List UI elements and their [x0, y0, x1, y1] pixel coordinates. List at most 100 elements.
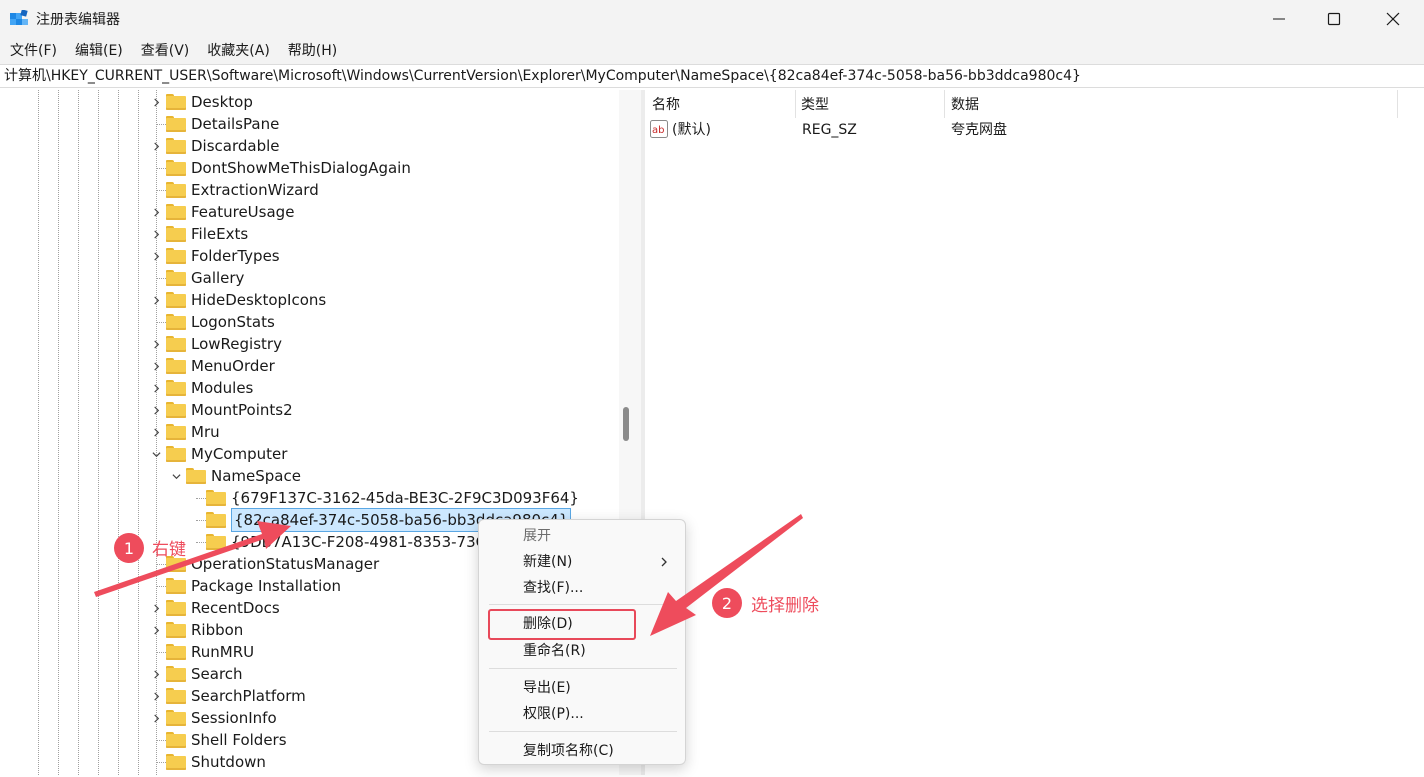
- tree-connector-line: [156, 190, 166, 191]
- column-separator[interactable]: [795, 90, 796, 118]
- tree-item-label[interactable]: DetailsPane: [191, 113, 279, 135]
- tree-item-label[interactable]: Search: [191, 663, 243, 685]
- chevron-right-icon[interactable]: [150, 140, 162, 152]
- maximize-button[interactable]: [1307, 0, 1361, 38]
- chevron-right-icon[interactable]: [150, 294, 162, 306]
- column-header-name[interactable]: 名称: [652, 94, 680, 116]
- menu-item-export[interactable]: 导出(E): [523, 678, 571, 698]
- folder-icon: [166, 710, 186, 726]
- tree-item-label[interactable]: Package Installation: [191, 575, 341, 597]
- chevron-right-icon[interactable]: [150, 382, 162, 394]
- tree-item[interactable]: Desktop: [2, 91, 619, 113]
- tree-item-label[interactable]: MyComputer: [191, 443, 287, 465]
- menu-item-find[interactable]: 查找(F)...: [523, 578, 583, 598]
- menu-item-permissions[interactable]: 权限(P)...: [523, 704, 584, 724]
- chevron-down-icon[interactable]: [150, 448, 162, 460]
- tree-item[interactable]: FeatureUsage: [2, 201, 619, 223]
- tree-item-label[interactable]: Ribbon: [191, 619, 243, 641]
- tree-item[interactable]: FileExts: [2, 223, 619, 245]
- tree-item[interactable]: MyComputer: [2, 443, 619, 465]
- tree-item-label[interactable]: MountPoints2: [191, 399, 293, 421]
- tree-connector-line: [156, 278, 166, 279]
- folder-icon: [206, 534, 226, 550]
- tree-item-label[interactable]: OperationStatusManager: [191, 553, 379, 575]
- chevron-right-icon[interactable]: [150, 250, 162, 262]
- column-separator[interactable]: [1397, 90, 1398, 118]
- chevron-right-icon[interactable]: [150, 624, 162, 636]
- tree-item[interactable]: {679F137C-3162-45da-BE3C-2F9C3D093F64}: [2, 487, 619, 509]
- tree-item[interactable]: NameSpace: [2, 465, 619, 487]
- tree-item[interactable]: LowRegistry: [2, 333, 619, 355]
- menu-item-copy-key-name[interactable]: 复制项名称(C): [523, 741, 614, 761]
- tree-item-label[interactable]: SearchPlatform: [191, 685, 306, 707]
- tree-item[interactable]: DetailsPane: [2, 113, 619, 135]
- tree-item-label[interactable]: DontShowMeThisDialogAgain: [191, 157, 411, 179]
- tree-scrollbar-thumb[interactable]: [623, 407, 629, 441]
- tree-item-label[interactable]: LowRegistry: [191, 333, 282, 355]
- chevron-right-icon[interactable]: [150, 712, 162, 724]
- chevron-right-icon[interactable]: [150, 668, 162, 680]
- tree-item-label[interactable]: LogonStats: [191, 311, 275, 333]
- tree-item[interactable]: Discardable: [2, 135, 619, 157]
- menu-favorites[interactable]: 收藏夹(A): [201, 39, 276, 63]
- tree-item-label[interactable]: Shell Folders: [191, 729, 287, 751]
- chevron-right-icon[interactable]: [150, 338, 162, 350]
- tree-item-label[interactable]: SessionInfo: [191, 707, 277, 729]
- tree-item-label[interactable]: Shutdown: [191, 751, 266, 773]
- close-button[interactable]: [1366, 0, 1420, 38]
- chevron-down-icon[interactable]: [170, 470, 182, 482]
- submenu-chevron-icon: [661, 557, 667, 567]
- tree-item-label[interactable]: Discardable: [191, 135, 280, 157]
- address-bar[interactable]: 计算机\HKEY_CURRENT_USER\Software\Microsoft…: [0, 64, 1424, 88]
- chevron-right-icon[interactable]: [150, 426, 162, 438]
- tree-item[interactable]: Gallery: [2, 267, 619, 289]
- tree-item-label[interactable]: HideDesktopIcons: [191, 289, 326, 311]
- tree-item-label[interactable]: RunMRU: [191, 641, 254, 663]
- value-name[interactable]: (默认): [672, 120, 711, 140]
- folder-icon: [166, 754, 186, 770]
- column-header-data[interactable]: 数据: [951, 94, 979, 116]
- tree-item-label[interactable]: FeatureUsage: [191, 201, 294, 223]
- tree-item-label[interactable]: Mru: [191, 421, 220, 443]
- values-pane[interactable]: 名称 类型 数据 ab (默认) REG_SZ 夸克网盘: [645, 90, 1424, 775]
- tree-item-label[interactable]: Modules: [191, 377, 253, 399]
- tree-item[interactable]: Modules: [2, 377, 619, 399]
- folder-icon: [166, 292, 186, 308]
- column-header-type[interactable]: 类型: [801, 94, 829, 116]
- chevron-right-icon[interactable]: [150, 602, 162, 614]
- tree-item-label[interactable]: Gallery: [191, 267, 244, 289]
- tree-item[interactable]: MenuOrder: [2, 355, 619, 377]
- tree-item-label[interactable]: Desktop: [191, 91, 253, 113]
- column-separator[interactable]: [944, 90, 945, 118]
- tree-item-label[interactable]: RecentDocs: [191, 597, 280, 619]
- chevron-right-icon[interactable]: [150, 404, 162, 416]
- tree-item-label[interactable]: FileExts: [191, 223, 248, 245]
- tree-item[interactable]: DontShowMeThisDialogAgain: [2, 157, 619, 179]
- chevron-right-icon[interactable]: [150, 690, 162, 702]
- chevron-right-icon[interactable]: [150, 228, 162, 240]
- menu-item-rename[interactable]: 重命名(R): [523, 641, 586, 661]
- menu-item-new[interactable]: 新建(N): [523, 552, 572, 572]
- minimize-button[interactable]: [1252, 0, 1306, 38]
- tree-item[interactable]: Mru: [2, 421, 619, 443]
- menu-edit[interactable]: 编辑(E): [69, 39, 129, 63]
- folder-icon: [166, 204, 186, 220]
- chevron-right-icon[interactable]: [150, 360, 162, 372]
- tree-item-label[interactable]: NameSpace: [211, 465, 301, 487]
- menu-view[interactable]: 查看(V): [135, 39, 196, 63]
- tree-item[interactable]: FolderTypes: [2, 245, 619, 267]
- menu-help[interactable]: 帮助(H): [282, 39, 343, 63]
- tree-item[interactable]: HideDesktopIcons: [2, 289, 619, 311]
- tree-item[interactable]: MountPoints2: [2, 399, 619, 421]
- tree-item-label[interactable]: ExtractionWizard: [191, 179, 319, 201]
- tree-item-label[interactable]: FolderTypes: [191, 245, 280, 267]
- tree-item-label[interactable]: MenuOrder: [191, 355, 275, 377]
- chevron-right-icon[interactable]: [150, 206, 162, 218]
- menu-file[interactable]: 文件(F): [4, 39, 63, 63]
- tree-item[interactable]: ExtractionWizard: [2, 179, 619, 201]
- folder-icon: [166, 600, 186, 616]
- chevron-right-icon[interactable]: [150, 96, 162, 108]
- tree-item[interactable]: LogonStats: [2, 311, 619, 333]
- tree-item-label[interactable]: {679F137C-3162-45da-BE3C-2F9C3D093F64}: [231, 487, 579, 509]
- folder-icon: [166, 138, 186, 154]
